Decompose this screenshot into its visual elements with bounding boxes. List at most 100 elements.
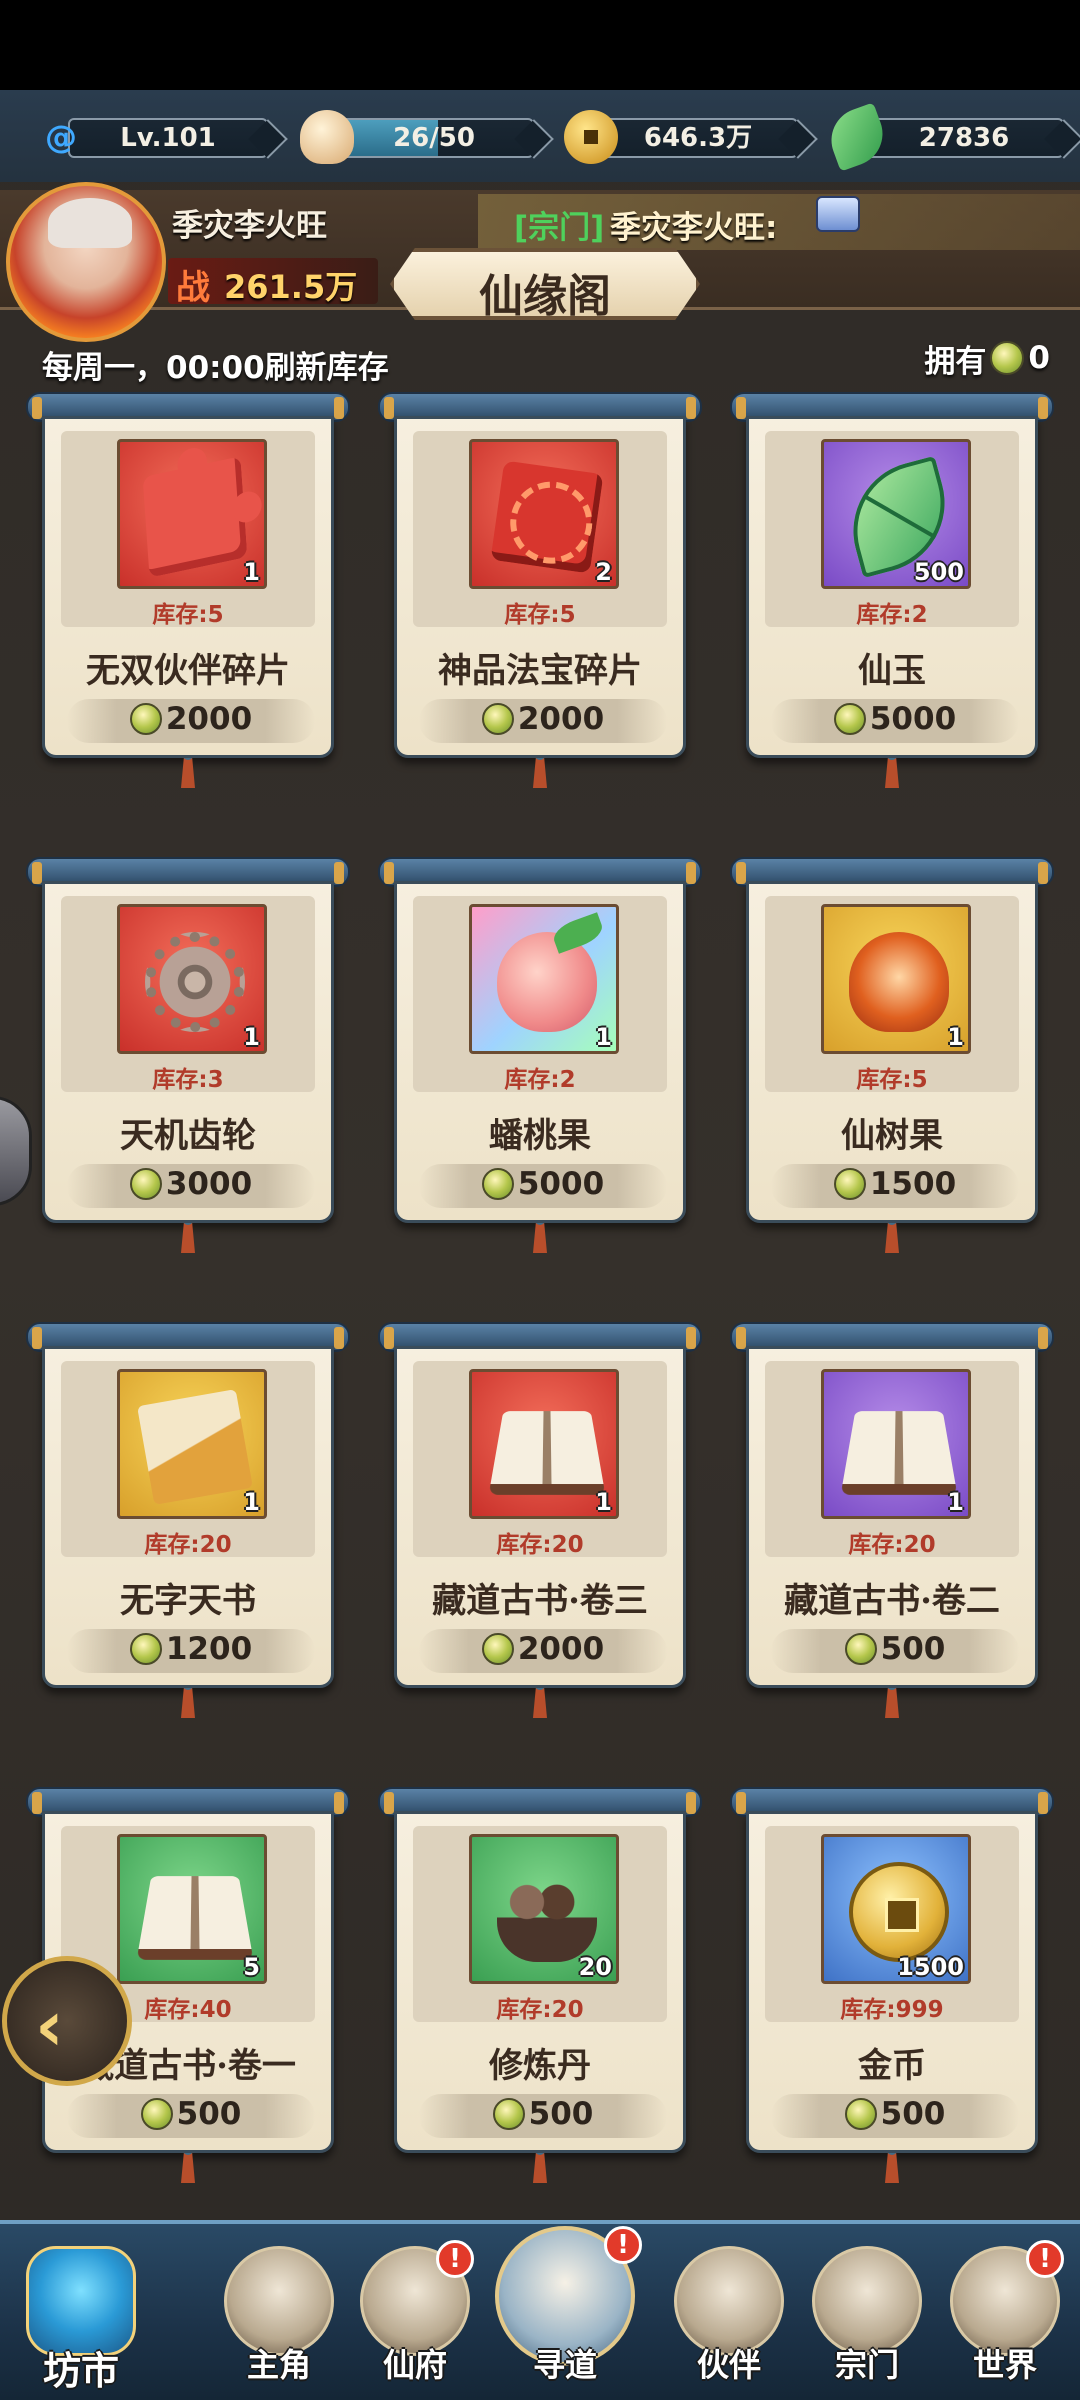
price-row: 500 (771, 2096, 1019, 2132)
jade-coin-icon (481, 703, 514, 735)
item-name: 仙树果 (841, 1116, 943, 1156)
price-row: 500 (419, 2096, 667, 2132)
jade-coin-icon (844, 1633, 877, 1665)
player-name: 季灾李火旺 (172, 208, 327, 244)
price-button[interactable]: 1200 (67, 1629, 315, 1673)
scroll-paper: 1 库存:5 无双伙伴碎片 2000 (42, 416, 334, 758)
gold-coin-icon (564, 110, 618, 164)
nav-partner[interactable]: 伙伴 (664, 2246, 794, 2396)
tassel-ornament (181, 758, 195, 788)
shop-item-card[interactable]: 1500 库存:999 金币 500 (730, 1787, 1054, 2187)
back-button[interactable]: ‹ (2, 1956, 132, 2086)
jade-coin-icon (129, 703, 162, 735)
owned-label: 拥有 (924, 343, 987, 380)
tassel-ornament (885, 1688, 899, 1718)
nav-hero[interactable]: 主角 (214, 2246, 344, 2396)
owned-count: 0 (1028, 340, 1050, 376)
combat-power-label: 战 (176, 268, 210, 308)
item-quantity: 1 (595, 1488, 612, 1516)
scroll-paper: 500 库存:2 仙玉 5000 (746, 416, 1038, 758)
nav-market[interactable]: 坊市 (16, 2246, 146, 2396)
combat-power-value: 261.5万 (224, 268, 358, 306)
item-stock: 库存:20 (848, 1532, 936, 1558)
item-quantity: 1 (947, 1488, 964, 1516)
alert-badge-icon: ! (436, 2240, 474, 2278)
nav-sect-label: 宗门 (834, 2346, 899, 2384)
price-row: 1200 (67, 1631, 315, 1667)
tassel-ornament (533, 758, 547, 788)
shop-item-card[interactable]: 1 库存:20 藏道古书·卷二 500 (730, 1322, 1054, 1722)
nav-quest[interactable]: ! 寻道 (495, 2226, 642, 2396)
price-button[interactable]: 2000 (419, 699, 667, 743)
price-button[interactable]: 500 (771, 2094, 1019, 2138)
nav-mansion-label: 仙府 (382, 2346, 447, 2384)
item-quantity: 1500 (897, 1953, 964, 1981)
side-character-peek[interactable] (0, 1096, 32, 1206)
tassel-ornament (885, 758, 899, 788)
price-button[interactable]: 500 (67, 2094, 315, 2138)
nav-mansion[interactable]: ! 仙府 (350, 2240, 480, 2396)
price-button[interactable]: 5000 (771, 699, 1019, 743)
gold-value: 646.3万 (598, 118, 798, 158)
scroll-paper: 1500 库存:999 金币 500 (746, 1811, 1038, 2153)
nav-world[interactable]: ! 世界 (940, 2240, 1070, 2396)
price-button[interactable]: 3000 (67, 1164, 315, 1208)
item-quantity: 2 (595, 558, 612, 586)
shop-item-card[interactable]: 500 库存:2 仙玉 5000 (730, 392, 1054, 792)
player-avatar[interactable] (6, 182, 166, 342)
shop-title-banner: 仙缘阁 (390, 248, 700, 320)
chat-ticker[interactable]: [宗门] 季灾李火旺: (478, 194, 1080, 250)
item-frame: 1 (469, 904, 619, 1054)
shop-item-card[interactable]: 1 库存:5 无双伙伴碎片 2000 (26, 392, 350, 792)
jade-coin-icon (481, 1633, 514, 1665)
shop-item-card[interactable]: 2 库存:5 神品法宝碎片 2000 (378, 392, 702, 792)
jade-coin-icon (990, 341, 1025, 375)
shop-item-card[interactable]: 1 库存:20 无字天书 1200 (26, 1322, 350, 1722)
item-quantity: 20 (578, 1953, 612, 1981)
shop-item-card[interactable]: 20 库存:20 修炼丹 500 (378, 1787, 702, 2187)
shop-item-card[interactable]: 1 库存:2 蟠桃果 5000 (378, 857, 702, 1257)
jade-leaf-icon (822, 102, 892, 172)
status-bar (0, 0, 1080, 90)
item-price: 500 (176, 2096, 242, 2132)
item-frame: 1500 (821, 1834, 971, 1984)
price-button[interactable]: 500 (419, 2094, 667, 2138)
item-frame: 1 (821, 904, 971, 1054)
item-price: 500 (880, 1631, 946, 1667)
item-quantity: 1 (243, 1023, 260, 1051)
nav-hero-label: 主角 (246, 2346, 311, 2384)
tassel-ornament (533, 1223, 547, 1253)
item-name: 天机齿轮 (120, 1116, 256, 1156)
level-value: Lv.101 (68, 118, 268, 158)
item-stock: 库存:2 (504, 1067, 576, 1093)
item-stock: 库存:5 (856, 1067, 928, 1093)
price-button[interactable]: 2000 (419, 1629, 667, 1673)
price-button[interactable]: 5000 (419, 1164, 667, 1208)
price-button[interactable]: 2000 (67, 699, 315, 743)
item-price: 500 (880, 2096, 946, 2132)
scroll-paper: 1 库存:20 藏道古书·卷二 500 (746, 1346, 1038, 1688)
shop-item-card[interactable]: 1 库存:20 藏道古书·卷三 2000 (378, 1322, 702, 1722)
scroll-paper: 1 库存:2 蟠桃果 5000 (394, 881, 686, 1223)
owned-currency: 拥有 0 (924, 336, 1050, 380)
chat-channel: [宗门] (514, 210, 605, 246)
price-button[interactable]: 1500 (771, 1164, 1019, 1208)
bottom-nav: 坊市 主角 ! 仙府 ! 寻道 伙伴 宗门 ! 世界 (0, 2220, 1080, 2400)
price-row: 1500 (771, 1166, 1019, 1202)
book-icon (840, 1411, 958, 1495)
item-frame: 20 (469, 1834, 619, 1984)
scroll-paper: 1 库存:3 天机齿轮 3000 (42, 881, 334, 1223)
jade-coin-icon (129, 1633, 162, 1665)
scroll-paper: 2 库存:5 神品法宝碎片 2000 (394, 416, 686, 758)
item-frame: 1 (117, 439, 267, 589)
item-name: 无字天书 (120, 1581, 256, 1621)
alert-badge-icon: ! (604, 2226, 642, 2264)
price-button[interactable]: 500 (771, 1629, 1019, 1673)
nav-sect[interactable]: 宗门 (802, 2246, 932, 2396)
alert-badge-icon: ! (1026, 2240, 1064, 2278)
combat-power: 战 261.5万 (168, 258, 378, 308)
nav-market-label: 坊市 (42, 2348, 119, 2393)
shop-item-card[interactable]: 1 库存:3 天机齿轮 3000 (26, 857, 350, 1257)
tassel-ornament (181, 1688, 195, 1718)
shop-item-card[interactable]: 1 库存:5 仙树果 1500 (730, 857, 1054, 1257)
